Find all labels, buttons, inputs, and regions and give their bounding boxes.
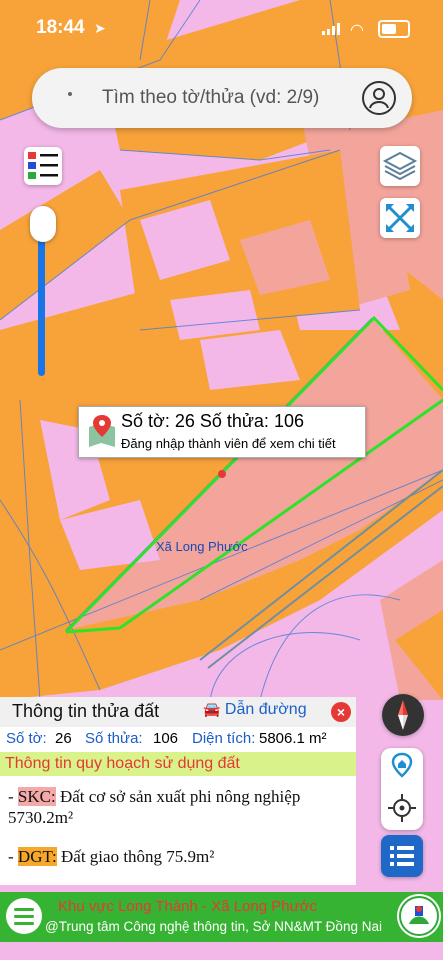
measure-button[interactable] [380, 198, 420, 238]
home-location-icon[interactable] [381, 748, 423, 788]
parcel-label: Số thửa: [85, 730, 143, 747]
search-input[interactable]: Tìm theo tờ/thửa (vd: 2/9) [102, 87, 319, 109]
zoom-slider-handle[interactable] [30, 206, 56, 242]
battery-icon [378, 20, 410, 38]
planning-item: - DGT: Đất giao thông 75.9m² [8, 847, 215, 866]
map-area-label: Xã Long Phước [156, 539, 248, 554]
search-bar[interactable]: Tìm theo tờ/thửa (vd: 2/9) [32, 68, 412, 128]
layers-icon [382, 151, 418, 181]
planning-text: Đất giao thông 75.9m² [61, 847, 215, 866]
footer-bar: Khu vực Long Thành - Xã Long Phước @Trun… [0, 892, 443, 942]
popup-title: Số tờ: 26 Số thửa: 106 [121, 411, 304, 431]
parcel-value: 106 [153, 730, 179, 747]
parcel-summary-row: Số tờ: 26 Số thửa: 106 Diện tích: 5806.1… [0, 728, 356, 750]
car-icon: 🚘 [203, 701, 221, 717]
my-location-icon[interactable] [381, 788, 423, 828]
planning-item: - SKC: Đất cơ sở sản xuất phi nông nghiệ… [8, 787, 301, 827]
popup-subtitle: Đăng nhập thành viên để xem chi tiết [121, 436, 336, 451]
planning-header: Thông tin quy hoạch sử dụng đất [0, 752, 356, 776]
planning-code: DGT: [17, 847, 57, 866]
department-logo [397, 894, 441, 938]
panel-title: Thông tin thửa đất [12, 701, 160, 721]
legend-button[interactable] [24, 147, 62, 185]
list-menu-button[interactable] [381, 835, 423, 877]
compass-button[interactable] [382, 694, 424, 736]
search-dot-icon [68, 92, 72, 96]
directions-button[interactable]: 🚘 Dẫn đường [203, 701, 307, 719]
status-time: 18:44 [36, 17, 85, 38]
planning-code: SKC: [17, 787, 56, 806]
area-value: 5806.1 m² [259, 730, 327, 747]
signal-icon [322, 23, 340, 35]
area-label: Diện tích: [192, 730, 256, 747]
status-bar: 18:44 ➤ ◠ [0, 0, 443, 58]
measure-tools-icon [386, 204, 414, 232]
map-pin-icon [89, 415, 115, 447]
wifi-icon: ◠ [350, 22, 364, 39]
legend-icon [28, 152, 58, 179]
menu-button[interactable] [6, 898, 42, 934]
close-panel-button[interactable]: × [331, 702, 351, 722]
footer-area: Khu vực Long Thành - Xã Long Phước [58, 898, 317, 915]
parcel-info-panel: Thông tin thửa đất 🚘 Dẫn đường × Số tờ: … [0, 697, 356, 885]
footer-credit: @Trung tâm Công nghệ thông tin, Sở NN&MT… [45, 919, 382, 934]
user-account-icon[interactable] [362, 81, 396, 115]
compass-icon [398, 700, 408, 730]
sheet-value: 26 [55, 730, 72, 747]
location-arrow-icon: ➤ [94, 20, 106, 36]
zoom-slider-track[interactable] [38, 224, 45, 376]
home-indicator-area [0, 942, 443, 960]
location-tools [381, 748, 423, 830]
parcel-popup[interactable]: Số tờ: 26 Số thửa: 106 Đăng nhập thành v… [78, 406, 366, 458]
layers-button[interactable] [380, 146, 420, 186]
panel-header: Thông tin thửa đất 🚘 Dẫn đường × [0, 697, 356, 727]
list-icon [390, 846, 414, 866]
hamburger-icon [14, 908, 34, 925]
sheet-label: Số tờ: [6, 730, 47, 747]
